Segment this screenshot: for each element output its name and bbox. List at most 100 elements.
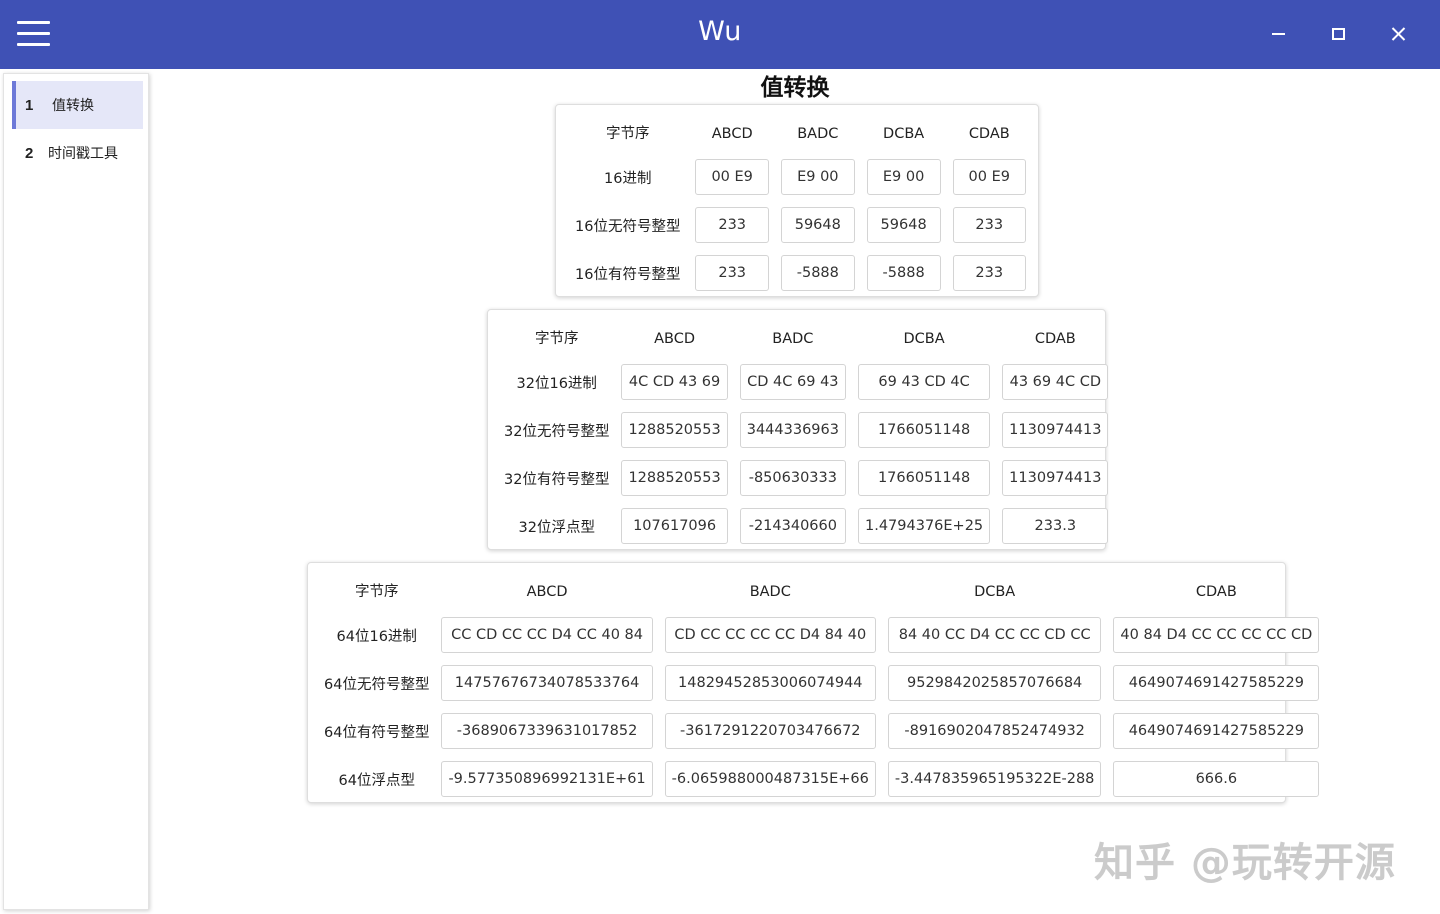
value-field[interactable]: CD CC CC CC CC D4 84 40 (664, 617, 876, 653)
row-label: 32位有符号整型 (504, 471, 610, 488)
header-byte-order: 字节序 (605, 126, 650, 142)
card-32bit: 字节序 ABCD BADC DCBA CDAB 32位16进制 4C CD 43… (487, 309, 1109, 550)
minimize-button[interactable] (1258, 14, 1298, 54)
table-row: 16位有符号整型 233 -5888 -5888 233 (572, 255, 1026, 291)
value-field[interactable]: 00 E9 (695, 159, 769, 195)
row-label: 16进制 (604, 170, 652, 187)
value-field[interactable]: 1130974413 (1002, 412, 1109, 448)
header-badc: BADC (797, 126, 839, 142)
window-title: Wu (698, 16, 742, 47)
value-field[interactable]: CD 4C 69 43 (739, 364, 846, 400)
sidebar-item-timestamp-tool[interactable]: 2 时间戳工具 (12, 129, 143, 177)
value-field[interactable]: 84 40 CC D4 CC CC CD CC (887, 617, 1102, 653)
header-abcd: ABCD (711, 126, 753, 142)
value-field[interactable]: -5888 (866, 255, 941, 291)
table-header-row: 字节序 ABCD BADC DCBA CDAB (504, 326, 1108, 352)
value-field[interactable]: 59648 (780, 207, 855, 243)
header-abcd: ABCD (654, 331, 696, 347)
value-field[interactable]: -214340660 (739, 508, 846, 544)
value-field[interactable]: -850630333 (739, 460, 846, 496)
close-button[interactable] (1378, 14, 1418, 54)
table-header-row: 字节序 ABCD BADC DCBA CDAB (324, 579, 1319, 605)
row-label: 32位16进制 (516, 375, 597, 392)
value-field[interactable]: 3444336963 (739, 412, 846, 448)
value-field[interactable]: -8916902047852474932 (887, 713, 1102, 749)
row-label: 32位无符号整型 (504, 423, 610, 440)
minimize-icon (1272, 33, 1285, 35)
row-label: 64位无符号整型 (324, 676, 430, 693)
value-field[interactable]: E9 00 (866, 159, 941, 195)
header-cdab: CDAB (968, 126, 1010, 142)
value-field[interactable]: -3617291220703476672 (664, 713, 876, 749)
value-field[interactable]: 233.3 (1002, 508, 1109, 544)
value-field[interactable]: 69 43 CD 4C (857, 364, 991, 400)
row-label: 64位16进制 (336, 628, 417, 645)
value-field[interactable]: 14829452853006074944 (664, 665, 876, 701)
sidebar-item-label: 时间戳工具 (48, 146, 118, 162)
value-field[interactable]: 1766051148 (857, 412, 991, 448)
value-field[interactable]: 43 69 4C CD (1002, 364, 1109, 400)
row-label: 16位无符号整型 (575, 218, 681, 235)
card-64bit: 字节序 ABCD BADC DCBA CDAB 64位16进制 CC CD CC… (307, 562, 1320, 803)
card-16bit: 字节序 ABCD BADC DCBA CDAB 16进制 00 E9 E9 00… (555, 104, 1039, 297)
header-abcd: ABCD (526, 584, 568, 600)
sidebar: 1 值转换 2 时间戳工具 (3, 73, 149, 910)
value-field[interactable]: -3689067339631017852 (441, 713, 653, 749)
value-field[interactable]: CC CD CC CC D4 CC 40 84 (441, 617, 653, 653)
table-row: 64位无符号整型 14757676734078533764 1482945285… (324, 665, 1320, 701)
value-field[interactable]: 1288520553 (621, 412, 728, 448)
table-row: 64位有符号整型 -3689067339631017852 -361729122… (324, 713, 1320, 749)
value-field[interactable]: 4649074691427585229 (1113, 713, 1320, 749)
header-badc: BADC (749, 584, 791, 600)
value-field[interactable]: E9 00 (780, 159, 855, 195)
value-field[interactable]: 1130974413 (1002, 460, 1109, 496)
row-label: 16位有符号整型 (575, 266, 681, 283)
value-field[interactable]: 14757676734078533764 (441, 665, 653, 701)
table-row: 64位浮点型 -9.577350896992131E+61 -6.0659880… (324, 761, 1320, 797)
row-label: 32位浮点型 (518, 519, 595, 536)
table-32bit: 字节序 ABCD BADC DCBA CDAB 32位16进制 4C CD 43… (492, 314, 1120, 556)
value-field[interactable]: 107617096 (621, 508, 728, 544)
value-field[interactable]: 233 (695, 255, 769, 291)
table-row: 64位16进制 CC CD CC CC D4 CC 40 84 CD CC CC… (324, 617, 1320, 653)
value-field[interactable]: 40 84 D4 CC CC CC CC CD (1113, 617, 1320, 653)
value-field[interactable]: 4C CD 43 69 (621, 364, 728, 400)
value-field[interactable]: 9529842025857076684 (887, 665, 1102, 701)
sidebar-item-label: 值转换 (52, 98, 94, 114)
sidebar-item-number: 1 (25, 96, 34, 114)
row-label: 64位浮点型 (338, 772, 415, 789)
table-row: 32位无符号整型 1288520553 3444336963 176605114… (504, 412, 1109, 448)
value-field[interactable]: 00 E9 (952, 159, 1026, 195)
table-row: 32位浮点型 107617096 -214340660 1.4794376E+2… (504, 508, 1109, 544)
value-field[interactable]: -9.577350896992131E+61 (441, 761, 653, 797)
value-field[interactable]: 233 (695, 207, 769, 243)
value-field[interactable]: -6.065988000487315E+66 (664, 761, 876, 797)
page-title: 值转换 (760, 75, 830, 101)
maximize-button[interactable] (1318, 14, 1358, 54)
table-16bit: 字节序 ABCD BADC DCBA CDAB 16进制 00 E9 E9 00… (560, 109, 1038, 303)
value-field[interactable]: -3.447835965195322E-288 (887, 761, 1102, 797)
value-field[interactable]: -5888 (780, 255, 855, 291)
maximize-icon (1332, 28, 1345, 40)
value-field[interactable]: 4649074691427585229 (1113, 665, 1320, 701)
sidebar-item-value-convert[interactable]: 1 值转换 (12, 81, 143, 129)
header-dcba: DCBA (903, 331, 945, 347)
row-label: 64位有符号整型 (324, 724, 430, 741)
value-field[interactable]: 1.4794376E+25 (857, 508, 991, 544)
table-header-row: 字节序 ABCD BADC DCBA CDAB (572, 121, 1026, 147)
value-field[interactable]: 666.6 (1113, 761, 1320, 797)
value-field[interactable]: 233 (952, 207, 1026, 243)
header-byte-order: 字节序 (534, 331, 579, 347)
header-dcba: DCBA (974, 584, 1016, 600)
header-dcba: DCBA (883, 126, 925, 142)
table-row: 16位无符号整型 233 59648 59648 233 (572, 207, 1026, 243)
value-field[interactable]: 233 (952, 255, 1026, 291)
value-field[interactable]: 1766051148 (857, 460, 991, 496)
value-field[interactable]: 1288520553 (621, 460, 728, 496)
title-bar: Wu (0, 0, 1440, 69)
table-row: 32位有符号整型 1288520553 -850630333 176605114… (504, 460, 1109, 496)
header-badc: BADC (772, 331, 814, 347)
table-64bit: 字节序 ABCD BADC DCBA CDAB 64位16进制 CC CD CC… (312, 567, 1331, 809)
header-byte-order: 字节序 (354, 584, 399, 600)
value-field[interactable]: 59648 (866, 207, 941, 243)
